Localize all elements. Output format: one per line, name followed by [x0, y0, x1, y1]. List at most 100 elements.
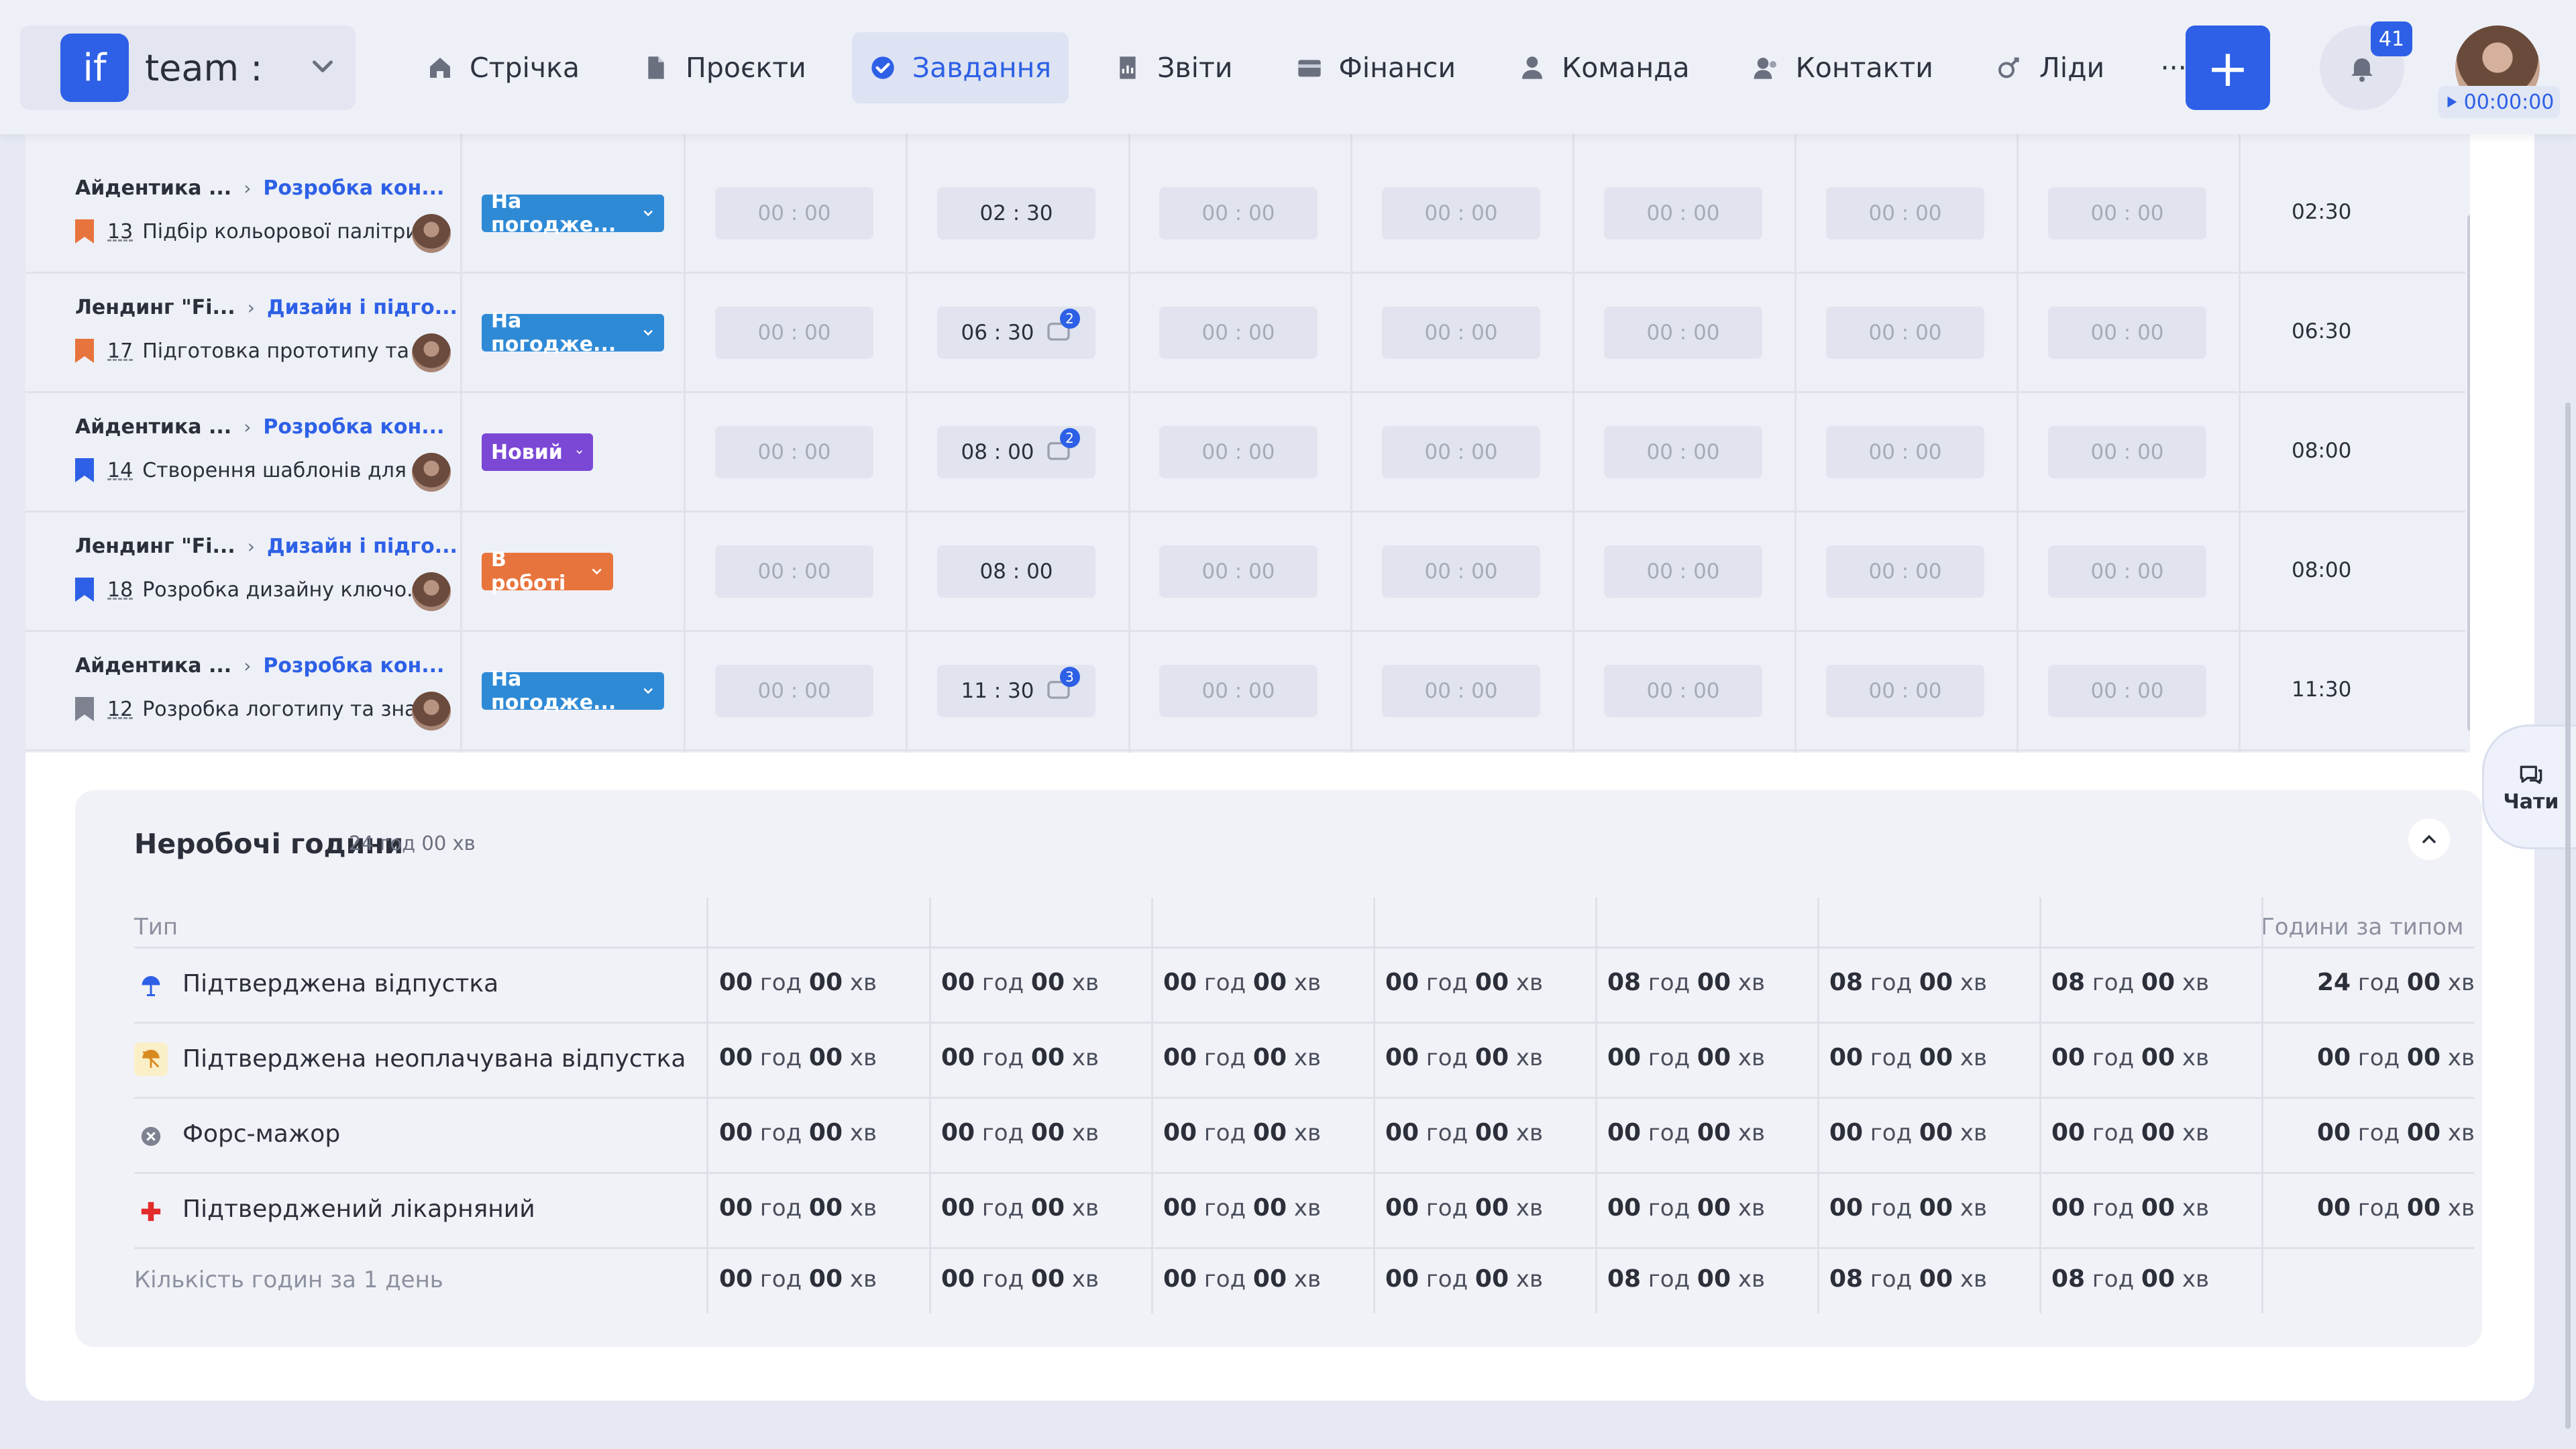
- table-row: Айдентика ... › Розробка кон... 13 Підбі…: [25, 154, 2470, 274]
- project-name[interactable]: Айдентика ...: [75, 176, 231, 200]
- time-cell[interactable]: 00 : 00: [1604, 187, 1762, 239]
- time-cell[interactable]: 00 : 00: [1159, 426, 1318, 478]
- chats-button[interactable]: Чати: [2482, 724, 2576, 849]
- status-dropdown[interactable]: На погодже...: [482, 667, 664, 714]
- task-title[interactable]: 14 Створення шаблонів для ...: [75, 458, 432, 482]
- time-cell[interactable]: 00 : 00: [2048, 307, 2206, 359]
- project-name[interactable]: Лендинг "Fi...: [75, 535, 235, 558]
- hours-value: 00 год 00 хв: [1829, 1119, 1988, 1146]
- time-cell[interactable]: 00 : 00: [715, 307, 873, 359]
- nav-item-tasks[interactable]: Завдання: [851, 32, 1069, 103]
- daily-hours-label: Кількість годин за 1 день: [134, 1267, 443, 1293]
- time-cell[interactable]: 00 : 00: [715, 187, 873, 239]
- time-cell[interactable]: 00 : 00: [2048, 187, 2206, 239]
- subproject-name[interactable]: Розробка кон...: [263, 654, 444, 678]
- nonwork-row-unpaid-vacation: Підтверджена неоплачувана відпустка 00 г…: [134, 1022, 2475, 1099]
- time-cell[interactable]: 00 : 00: [1159, 307, 1318, 359]
- time-cell[interactable]: 00 : 00: [1159, 545, 1318, 598]
- nav-item-reports[interactable]: Звіти: [1097, 32, 1250, 103]
- comments-button[interactable]: 2: [1045, 309, 1080, 346]
- comments-button[interactable]: 2: [1045, 428, 1080, 466]
- time-cell[interactable]: 00 : 00: [715, 545, 873, 598]
- subproject-name[interactable]: Дизайн і підго...: [267, 535, 458, 558]
- hours-value: 00 год 00 хв: [941, 1265, 1099, 1293]
- assignee-avatar[interactable]: [412, 214, 451, 253]
- time-cell[interactable]: 02 : 30: [937, 187, 1095, 239]
- task-breadcrumb[interactable]: Айдентика ... › Розробка кон...: [75, 415, 444, 439]
- status-dropdown[interactable]: В роботі: [482, 548, 613, 595]
- time-cell[interactable]: 00 : 00: [1826, 665, 1984, 717]
- time-cell[interactable]: 00 : 00: [1604, 307, 1762, 359]
- nav-item-contacts[interactable]: Контакти: [1735, 32, 1951, 103]
- time-cell[interactable]: 00 : 00: [2048, 545, 2206, 598]
- time-tracker[interactable]: 00:00:00: [2438, 86, 2560, 118]
- table-scrollbar-thumb[interactable]: [2467, 215, 2470, 731]
- time-cell[interactable]: 06 : 30 2: [937, 307, 1095, 359]
- time-cell[interactable]: 00 : 00: [1382, 187, 1540, 239]
- time-cell[interactable]: 00 : 00: [1604, 426, 1762, 478]
- chats-label: Чати: [2503, 790, 2559, 814]
- status-dropdown[interactable]: На погодже...: [482, 309, 664, 356]
- time-cell[interactable]: 00 : 00: [1826, 187, 1984, 239]
- comments-button[interactable]: 3: [1045, 667, 1080, 704]
- chevron-right-icon: ›: [244, 177, 252, 199]
- project-name[interactable]: Лендинг "Fi...: [75, 296, 235, 319]
- task-breadcrumb[interactable]: Лендинг "Fi... › Дизайн і підго...: [75, 535, 458, 558]
- row-label: Підтверджена відпустка: [182, 970, 499, 998]
- task-breadcrumb[interactable]: Лендинг "Fi... › Дизайн і підго...: [75, 296, 458, 319]
- time-cell[interactable]: 11 : 30 3: [937, 665, 1095, 717]
- task-breadcrumb[interactable]: Айдентика ... › Розробка кон...: [75, 654, 444, 678]
- time-cell[interactable]: 00 : 00: [1604, 665, 1762, 717]
- chevron-down-icon: [643, 211, 653, 217]
- row-total: 08:00: [2292, 439, 2352, 463]
- task-title[interactable]: 17 Підготовка прототипу та ...: [75, 339, 435, 363]
- time-cell[interactable]: 00 : 00: [1159, 187, 1318, 239]
- task-title[interactable]: 18 Розробка дизайну ключо...: [75, 578, 426, 602]
- team-switcher[interactable]: if team :: [20, 25, 356, 110]
- time-cell[interactable]: 00 : 00: [1826, 426, 1984, 478]
- time-cell[interactable]: 00 : 00: [1382, 426, 1540, 478]
- time-cell[interactable]: 00 : 00: [2048, 665, 2206, 717]
- time-cell[interactable]: 00 : 00: [1826, 307, 1984, 359]
- non-working-hours-panel: Неробочі години 24 год 00 хв Тип Години …: [75, 790, 2482, 1347]
- time-cell[interactable]: 00 : 00: [1159, 665, 1318, 717]
- nav-item-team[interactable]: Команда: [1501, 32, 1707, 103]
- subproject-name[interactable]: Розробка кон...: [263, 176, 444, 200]
- nav-item-feed[interactable]: Стрічка: [409, 32, 597, 103]
- time-cell[interactable]: 00 : 00: [715, 426, 873, 478]
- time-cell[interactable]: 00 : 00: [1826, 545, 1984, 598]
- time-cell[interactable]: 08 : 00: [937, 545, 1095, 598]
- nav-item-projects[interactable]: Проєкти: [625, 32, 824, 103]
- nonwork-row-sick-leave: Підтверджений лікарняний 00 год 00 хв 00…: [134, 1172, 2475, 1249]
- status-label: На погодже...: [491, 190, 616, 237]
- assignee-avatar[interactable]: [412, 453, 451, 492]
- task-breadcrumb[interactable]: Айдентика ... › Розробка кон...: [75, 176, 444, 200]
- subproject-name[interactable]: Розробка кон...: [263, 415, 444, 439]
- notifications-badge: 41: [2371, 21, 2412, 56]
- subproject-name[interactable]: Дизайн і підго...: [267, 296, 458, 319]
- nav-item-finance[interactable]: Фінанси: [1279, 32, 1474, 103]
- time-cell[interactable]: 00 : 00: [1382, 307, 1540, 359]
- project-name[interactable]: Айдентика ...: [75, 654, 231, 678]
- time-cell[interactable]: 00 : 00: [2048, 426, 2206, 478]
- time-cell[interactable]: 00 : 00: [1382, 545, 1540, 598]
- time-cell[interactable]: 00 : 00: [1382, 665, 1540, 717]
- time-cell[interactable]: 00 : 00: [715, 665, 873, 717]
- status-dropdown[interactable]: Новий: [482, 433, 593, 471]
- nav-label: Команда: [1562, 52, 1690, 84]
- collapse-button[interactable]: [2408, 818, 2450, 860]
- assignee-avatar[interactable]: [412, 572, 451, 611]
- nav-item-leads[interactable]: Ліди: [1979, 32, 2122, 103]
- task-title[interactable]: 13 Підбір кольорової палітри...: [75, 219, 437, 244]
- task-title[interactable]: 12 Розробка логотипу та зна...: [75, 697, 436, 721]
- type-total: 00 год 00 хв: [2317, 1044, 2475, 1071]
- project-name[interactable]: Айдентика ...: [75, 415, 231, 439]
- page-scrollbar-thumb[interactable]: [2565, 402, 2571, 1429]
- status-dropdown[interactable]: На погодже...: [482, 190, 664, 237]
- add-button[interactable]: +: [2186, 25, 2270, 110]
- time-value: 11 : 30: [961, 679, 1034, 703]
- assignee-avatar[interactable]: [412, 333, 451, 372]
- time-cell[interactable]: 00 : 00: [1604, 545, 1762, 598]
- assignee-avatar[interactable]: [412, 692, 451, 731]
- time-cell[interactable]: 08 : 00 2: [937, 426, 1095, 478]
